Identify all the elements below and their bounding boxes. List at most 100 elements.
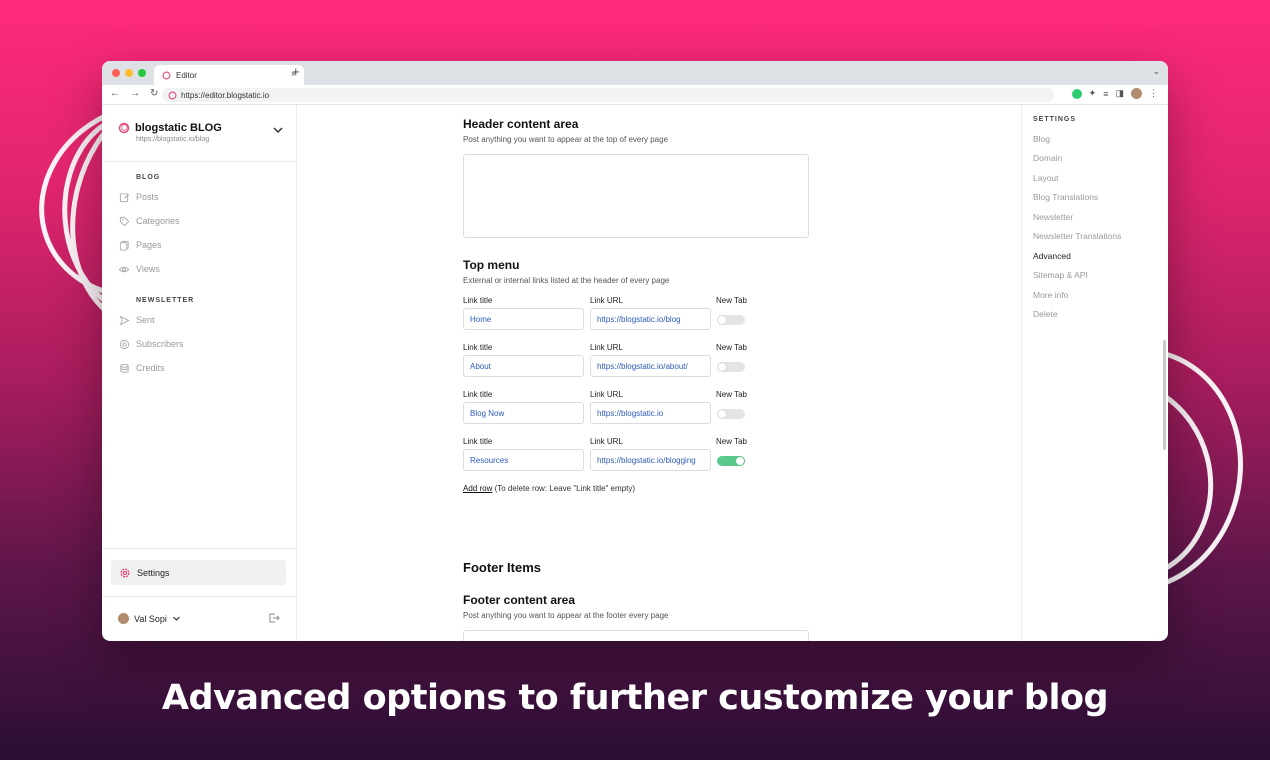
browser-window: Editor × + ⌄ ← → ↻ https://editor.blogst… (102, 61, 1168, 641)
blog-switcher[interactable]: blogstatic BLOG https://blogstatic.io/bl… (118, 122, 222, 143)
settings-nav-advanced[interactable]: Advanced (1033, 251, 1071, 261)
link-title-input[interactable]: Blog Now (463, 402, 584, 424)
chevron-down-icon[interactable] (272, 124, 284, 136)
link-title-input[interactable]: Home (463, 308, 584, 330)
new-tab-toggle[interactable] (717, 362, 745, 372)
edit-icon (119, 192, 129, 202)
browser-tab[interactable]: Editor × (154, 65, 304, 85)
add-row-link[interactable]: Add row (463, 484, 492, 493)
new-tab-label: New Tab (716, 343, 747, 352)
database-icon (119, 363, 129, 373)
settings-nav-blog-translations[interactable]: Blog Translations (1033, 192, 1098, 202)
settings-nav-blog[interactable]: Blog (1033, 134, 1050, 144)
blog-section-label: BLOG (136, 174, 161, 181)
link-url-label: Link URL (590, 343, 623, 352)
sidebar-item-label: Views (136, 264, 160, 274)
maximize-window-button[interactable] (138, 69, 146, 77)
link-url-label: Link URL (590, 296, 623, 305)
new-tab-label: New Tab (716, 296, 747, 305)
user-menu[interactable]: Val Sopi (118, 613, 181, 624)
link-url-label: Link URL (590, 390, 623, 399)
reload-icon[interactable]: ↻ (150, 88, 158, 99)
sidebar: blogstatic BLOG https://blogstatic.io/bl… (102, 105, 297, 641)
header-content-editor[interactable] (463, 154, 809, 238)
grammarly-extension-icon[interactable] (1071, 88, 1082, 99)
sidebar-item-credits[interactable]: Credits (118, 362, 165, 374)
link-title-label: Link title (463, 343, 493, 352)
minimize-window-button[interactable] (125, 69, 133, 77)
sidebar-item-posts[interactable]: Posts (118, 191, 159, 203)
settings-nav-sitemap-api[interactable]: Sitemap & API (1033, 270, 1088, 280)
new-tab-toggle[interactable] (717, 315, 745, 325)
blog-url: https://blogstatic.io/blog (136, 136, 210, 143)
sidebar-item-pages[interactable]: Pages (118, 239, 162, 251)
link-url-label: Link URL (590, 437, 623, 446)
tab-strip: Editor × + ⌄ (102, 61, 1168, 85)
eye-icon (118, 266, 130, 272)
settings-nav-label: SETTINGS (1033, 116, 1077, 123)
blog-name: blogstatic BLOG (135, 122, 222, 134)
logout-icon[interactable] (268, 612, 280, 624)
url-field[interactable]: https://editor.blogstatic.io (162, 88, 1054, 102)
at-icon (119, 339, 129, 349)
side-panel-icon[interactable]: ◨ (1115, 88, 1124, 99)
forward-icon[interactable]: → (130, 88, 140, 99)
tab-title: Editor (176, 70, 197, 80)
footer-content-editor[interactable] (463, 630, 809, 641)
sidebar-item-label: Sent (136, 315, 155, 325)
sidebar-item-categories[interactable]: Categories (118, 215, 180, 227)
sidebar-item-sent[interactable]: Sent (118, 314, 155, 326)
footer-content-desc: Post anything you want to appear at the … (463, 611, 669, 620)
new-tab-label: New Tab (716, 437, 747, 446)
blogstatic-logo-icon (118, 122, 130, 134)
settings-nav-domain[interactable]: Domain (1033, 153, 1062, 163)
sidebar-item-label: Categories (136, 216, 180, 226)
new-tab-toggle[interactable] (717, 409, 745, 419)
menu-row-labels: Link title Link URL New Tab (463, 296, 747, 305)
settings-nav: SETTINGS Blog Domain Layout Blog Transla… (1021, 105, 1168, 641)
tag-icon (119, 216, 129, 226)
extensions-bar: ✦ ≡ ◨ ⋮ (1071, 88, 1158, 99)
link-url-input[interactable]: https://blogstatic.io (590, 402, 711, 424)
marketing-caption: Advanced options to further customize yo… (161, 678, 1109, 718)
user-avatar (118, 613, 129, 624)
browser-menu-icon[interactable]: ⋮ (1149, 88, 1158, 99)
link-title-label: Link title (463, 437, 493, 446)
settings-nav-more-info[interactable]: More info (1033, 290, 1068, 300)
add-row-hint: (To delete row: Leave "Link title" empty… (492, 484, 635, 493)
header-content-desc: Post anything you want to appear at the … (463, 135, 669, 144)
page-scrollbar[interactable] (1163, 340, 1166, 450)
sidebar-item-views[interactable]: Views (118, 263, 160, 275)
close-window-button[interactable] (112, 69, 120, 77)
tab-search-chevron-icon[interactable]: ⌄ (1152, 66, 1160, 77)
profile-avatar[interactable] (1131, 88, 1142, 99)
settings-nav-delete[interactable]: Delete (1033, 309, 1058, 319)
settings-button[interactable]: Settings (111, 560, 286, 585)
link-title-input[interactable]: Resources (463, 449, 584, 471)
reading-list-icon[interactable]: ≡ (1103, 89, 1108, 99)
link-title-label: Link title (463, 390, 493, 399)
gear-icon (120, 568, 130, 577)
settings-label: Settings (137, 567, 170, 578)
link-url-input[interactable]: https://blogstatic.io/blog (590, 308, 711, 330)
settings-nav-newsletter[interactable]: Newsletter (1033, 212, 1073, 222)
link-url-input[interactable]: https://blogstatic.io/about/ (590, 355, 711, 377)
link-url-input[interactable]: https://blogstatic.io/blogging (590, 449, 711, 471)
link-title-input[interactable]: About (463, 355, 584, 377)
footer-items-section: Footer Items (463, 560, 863, 575)
sidebar-item-label: Subscribers (136, 339, 184, 349)
add-row-area: Add row (To delete row: Leave "Link titl… (463, 484, 635, 493)
sidebar-divider (102, 161, 297, 162)
menu-row-labels: Link title Link URL New Tab (463, 343, 747, 352)
new-tab-toggle[interactable] (717, 456, 745, 466)
settings-nav-layout[interactable]: Layout (1033, 173, 1059, 183)
nav-buttons: ← → ↻ (110, 88, 158, 99)
settings-nav-newsletter-translations[interactable]: Newsletter Translations (1033, 231, 1121, 241)
send-icon (118, 314, 130, 326)
sidebar-item-subscribers[interactable]: Subscribers (118, 338, 184, 350)
puzzle-extensions-icon[interactable]: ✦ (1089, 88, 1097, 99)
new-tab-button[interactable]: + (292, 64, 300, 79)
new-tab-label: New Tab (716, 390, 747, 399)
sidebar-divider (102, 548, 297, 549)
back-icon[interactable]: ← (110, 88, 120, 99)
